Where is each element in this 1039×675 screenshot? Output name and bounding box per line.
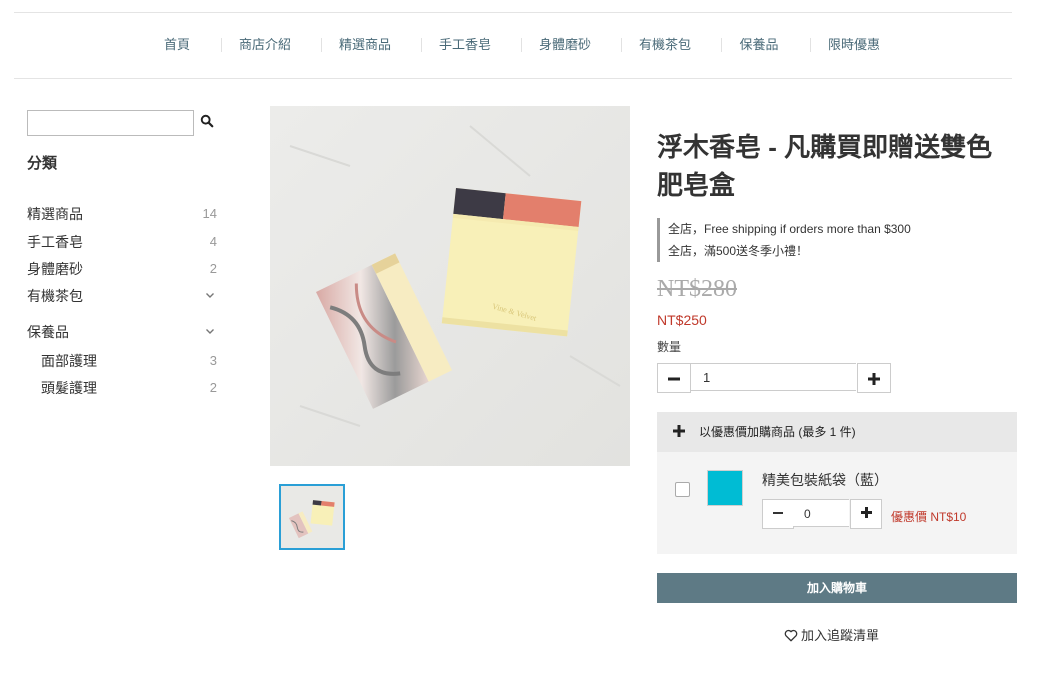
- add-to-cart-button[interactable]: 加入購物車: [657, 573, 1017, 603]
- sale-price: NT$250: [657, 312, 707, 328]
- category-label: 身體磨砂: [27, 261, 83, 277]
- subcategory-count: 3: [209, 353, 217, 368]
- category-count: 4: [209, 234, 217, 249]
- nav-handmade-soap[interactable]: 手工香皂: [432, 30, 498, 60]
- addon-header-label: 以優惠價加購商品 (最多 1 件): [699, 425, 856, 439]
- category-heading: 分類: [27, 155, 58, 172]
- category-label: 精選商品: [27, 206, 83, 222]
- addon-quantity-stepper: 0: [762, 499, 882, 529]
- plus-icon: [868, 373, 880, 385]
- product-main-image[interactable]: Vine & Velvet: [270, 106, 630, 466]
- addon-item-name: 精美包裝紙袋（藍）: [762, 472, 888, 488]
- category-count: 2: [209, 261, 217, 276]
- product-thumbnail[interactable]: [279, 484, 345, 550]
- addon-quantity-input[interactable]: 0: [793, 499, 849, 527]
- addon-price: 優惠價 NT$10: [891, 510, 967, 524]
- main-nav: 首頁 商店介紹 精選商品 手工香皂 身體磨砂 有機茶包 保養品 限時優惠: [0, 30, 1039, 60]
- thumbnail-photo: [281, 486, 343, 548]
- nav-skincare[interactable]: 保養品: [732, 30, 786, 60]
- top-divider: [14, 12, 1012, 13]
- addon-checkbox[interactable]: [675, 482, 690, 497]
- subcategory-count: 2: [209, 380, 217, 395]
- category-item-handmade-soap[interactable]: 手工香皂 4: [27, 232, 217, 252]
- wishlist-label: 加入追蹤清單: [801, 628, 880, 643]
- category-label: 有機茶包: [27, 288, 83, 304]
- increase-quantity-button[interactable]: [857, 363, 891, 393]
- nav-separator: [221, 38, 222, 52]
- addon-increase-button[interactable]: [850, 499, 882, 529]
- plus-icon: [860, 507, 872, 518]
- product-title: 浮木香皂 - 凡購買即贈送雙色肥皂盒: [657, 132, 993, 200]
- subcategory-label: 頭髮護理: [41, 380, 97, 396]
- category-item-body-scrub[interactable]: 身體磨砂 2: [27, 259, 217, 279]
- category-label: 手工香皂: [27, 234, 83, 250]
- nav-body-scrub[interactable]: 身體磨砂: [532, 30, 598, 60]
- addon-item-image: [707, 470, 743, 506]
- addon-header[interactable]: 以優惠價加購商品 (最多 1 件): [657, 412, 1017, 452]
- nav-limited-offer[interactable]: 限時優惠: [822, 30, 886, 60]
- plus-icon: [673, 412, 685, 452]
- subcategory-item-hair-care[interactable]: 頭髮護理 2: [41, 378, 217, 398]
- nav-separator: [421, 38, 422, 52]
- nav-home[interactable]: 首頁: [150, 30, 204, 60]
- nav-organic-tea[interactable]: 有機茶包: [632, 30, 698, 60]
- addon-panel: 以優惠價加購商品 (最多 1 件) 精美包裝紙袋（藍） 0 優惠價 NT$10: [657, 412, 1017, 554]
- minus-icon: [773, 512, 783, 514]
- quantity-stepper: 1: [657, 363, 891, 393]
- subcategory-label: 面部護理: [41, 353, 97, 369]
- category-count: 14: [202, 206, 217, 221]
- nav-separator: [521, 38, 522, 52]
- category-item-organic-tea[interactable]: 有機茶包: [27, 286, 217, 306]
- addon-decrease-button[interactable]: [762, 499, 794, 529]
- original-price: NT$280: [657, 276, 737, 302]
- minus-icon: [668, 377, 680, 381]
- nav-bottom-divider: [14, 78, 1012, 79]
- nav-about[interactable]: 商店介紹: [232, 30, 298, 60]
- chevron-down-icon[interactable]: [205, 322, 215, 342]
- decrease-quantity-button[interactable]: [657, 363, 691, 393]
- nav-separator: [810, 38, 811, 52]
- nav-featured[interactable]: 精選商品: [332, 30, 398, 60]
- subcategory-item-face-care[interactable]: 面部護理 3: [41, 351, 217, 371]
- nav-separator: [321, 38, 322, 52]
- promotion-item: 全店，滿500送冬季小禮！: [668, 244, 809, 258]
- category-item-featured[interactable]: 精選商品 14: [27, 204, 217, 224]
- chevron-down-icon[interactable]: [205, 286, 215, 306]
- category-item-skincare[interactable]: 保養品: [27, 322, 217, 342]
- product-photo: Vine & Velvet: [270, 106, 630, 466]
- search-input[interactable]: [27, 110, 194, 136]
- nav-separator: [621, 38, 622, 52]
- quantity-input[interactable]: 1: [690, 363, 856, 391]
- promotion-item: 全店，Free shipping if orders more than $30…: [668, 222, 911, 236]
- search-icon[interactable]: [200, 114, 214, 128]
- nav-separator: [721, 38, 722, 52]
- promotion-list: 全店，Free shipping if orders more than $30…: [657, 218, 911, 262]
- heart-icon: [784, 629, 798, 642]
- add-to-wishlist-link[interactable]: 加入追蹤清單: [784, 625, 879, 644]
- quantity-label: 數量: [657, 340, 682, 354]
- category-label: 保養品: [27, 324, 69, 340]
